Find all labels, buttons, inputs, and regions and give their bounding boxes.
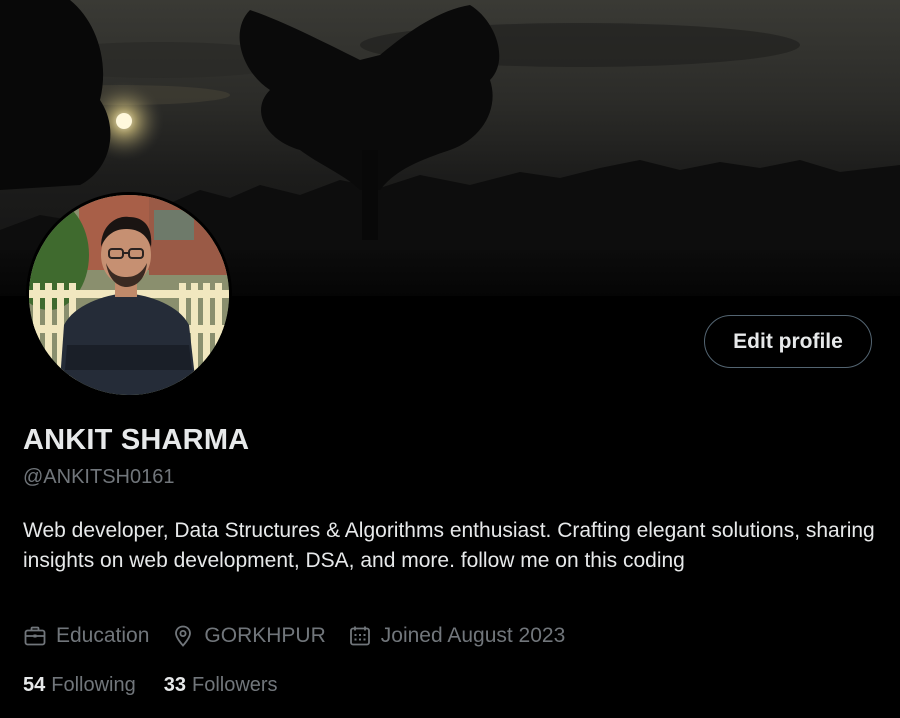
- briefcase-icon: [24, 626, 46, 646]
- calendar-icon: [349, 626, 370, 646]
- followers-label: Followers: [191, 674, 278, 696]
- following-count: 54: [23, 674, 46, 696]
- profile-avatar[interactable]: [26, 192, 232, 398]
- profile-stats: 54 Following 33 Followers: [23, 674, 306, 697]
- location-pin-icon: [175, 625, 192, 647]
- profile-category: Education: [23, 624, 149, 648]
- joined-label: Joined August 2023: [380, 624, 566, 647]
- following-link[interactable]: 54 Following: [23, 674, 136, 697]
- avatar-image: [29, 195, 229, 395]
- followers-count: 33: [163, 674, 186, 696]
- followers-link[interactable]: 33 Followers: [164, 674, 278, 697]
- location-label: GORKHPUR: [204, 624, 326, 647]
- profile-location: GORKHPUR: [171, 624, 326, 648]
- profile-bio: Web developer, Data Structures & Algorit…: [23, 519, 875, 572]
- category-label: Education: [56, 624, 150, 647]
- display-name: ANKIT SHARMA: [23, 424, 250, 456]
- avatar-photo: [29, 195, 229, 395]
- profile-meta: Education GORKHPUR Joined August 2023: [23, 624, 587, 648]
- profile-joined: Joined August 2023: [348, 624, 566, 648]
- edit-profile-button[interactable]: Edit profile: [704, 315, 872, 368]
- user-handle: @ANKITSH0161: [23, 466, 175, 488]
- following-label: Following: [51, 674, 136, 696]
